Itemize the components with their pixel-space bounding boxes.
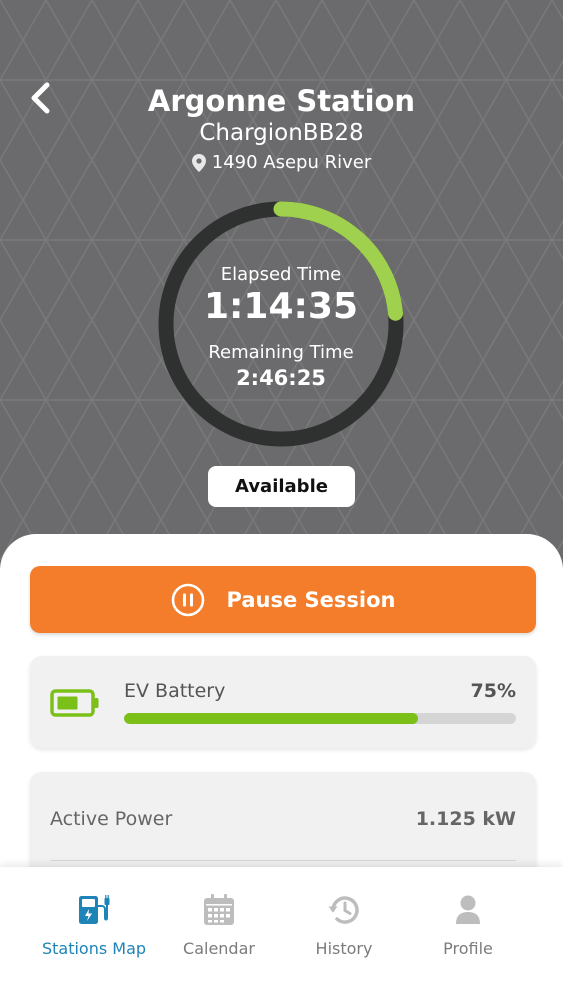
battery-progress-fill	[124, 713, 418, 724]
nav-item-history[interactable]: History	[274, 867, 414, 977]
battery-icon	[50, 689, 99, 717]
hero-section: Argonne Station ChargionBB28 1490 Asepu …	[0, 0, 563, 560]
nav-label: Stations Map	[41, 939, 147, 958]
active-power-card: Active Power 1.125 kW	[30, 772, 536, 882]
nav-item-calendar[interactable]: Calendar	[149, 867, 289, 977]
nav-label: Profile	[443, 939, 493, 958]
session-timer-ring: Elapsed Time 1:14:35 Remaining Time 2:46…	[157, 200, 405, 448]
user-icon	[450, 893, 486, 927]
station-address: 1490 Asepu River	[0, 152, 563, 173]
pause-session-label: Pause Session	[226, 587, 396, 612]
nav-item-stations-map[interactable]: Stations Map	[24, 867, 164, 977]
bottom-navigation: Stations Map Calendar History Profile	[0, 867, 563, 1000]
remaining-time-label: Remaining Time	[208, 342, 354, 363]
nav-item-profile[interactable]: Profile	[398, 867, 538, 977]
station-name: Argonne Station	[147, 84, 416, 118]
active-power-label: Active Power	[50, 808, 173, 830]
address-text: 1490 Asepu River	[211, 152, 372, 173]
ev-charger-icon	[76, 893, 112, 927]
map-pin-icon	[191, 153, 206, 172]
battery-progress-track	[124, 713, 516, 724]
elapsed-time-label: Elapsed Time	[220, 264, 342, 285]
ev-battery-label: EV Battery	[124, 680, 226, 702]
pause-session-button[interactable]: Pause Session	[30, 566, 536, 633]
status-badge: Available	[208, 466, 355, 507]
charger-id: ChargionBB28	[199, 120, 364, 146]
active-power-value: 1.125 kW	[415, 808, 516, 830]
calendar-icon	[201, 893, 237, 927]
pause-circle-icon	[171, 583, 204, 616]
remaining-time-value: 2:46:25	[236, 366, 326, 390]
elapsed-time-value: 1:14:35	[203, 286, 359, 327]
history-icon	[326, 893, 362, 927]
ev-battery-card: EV Battery 75%	[30, 656, 536, 748]
nav-label: History	[315, 939, 373, 958]
divider	[50, 860, 516, 861]
nav-label: Calendar	[183, 939, 255, 958]
ev-battery-percent: 75%	[470, 680, 516, 702]
